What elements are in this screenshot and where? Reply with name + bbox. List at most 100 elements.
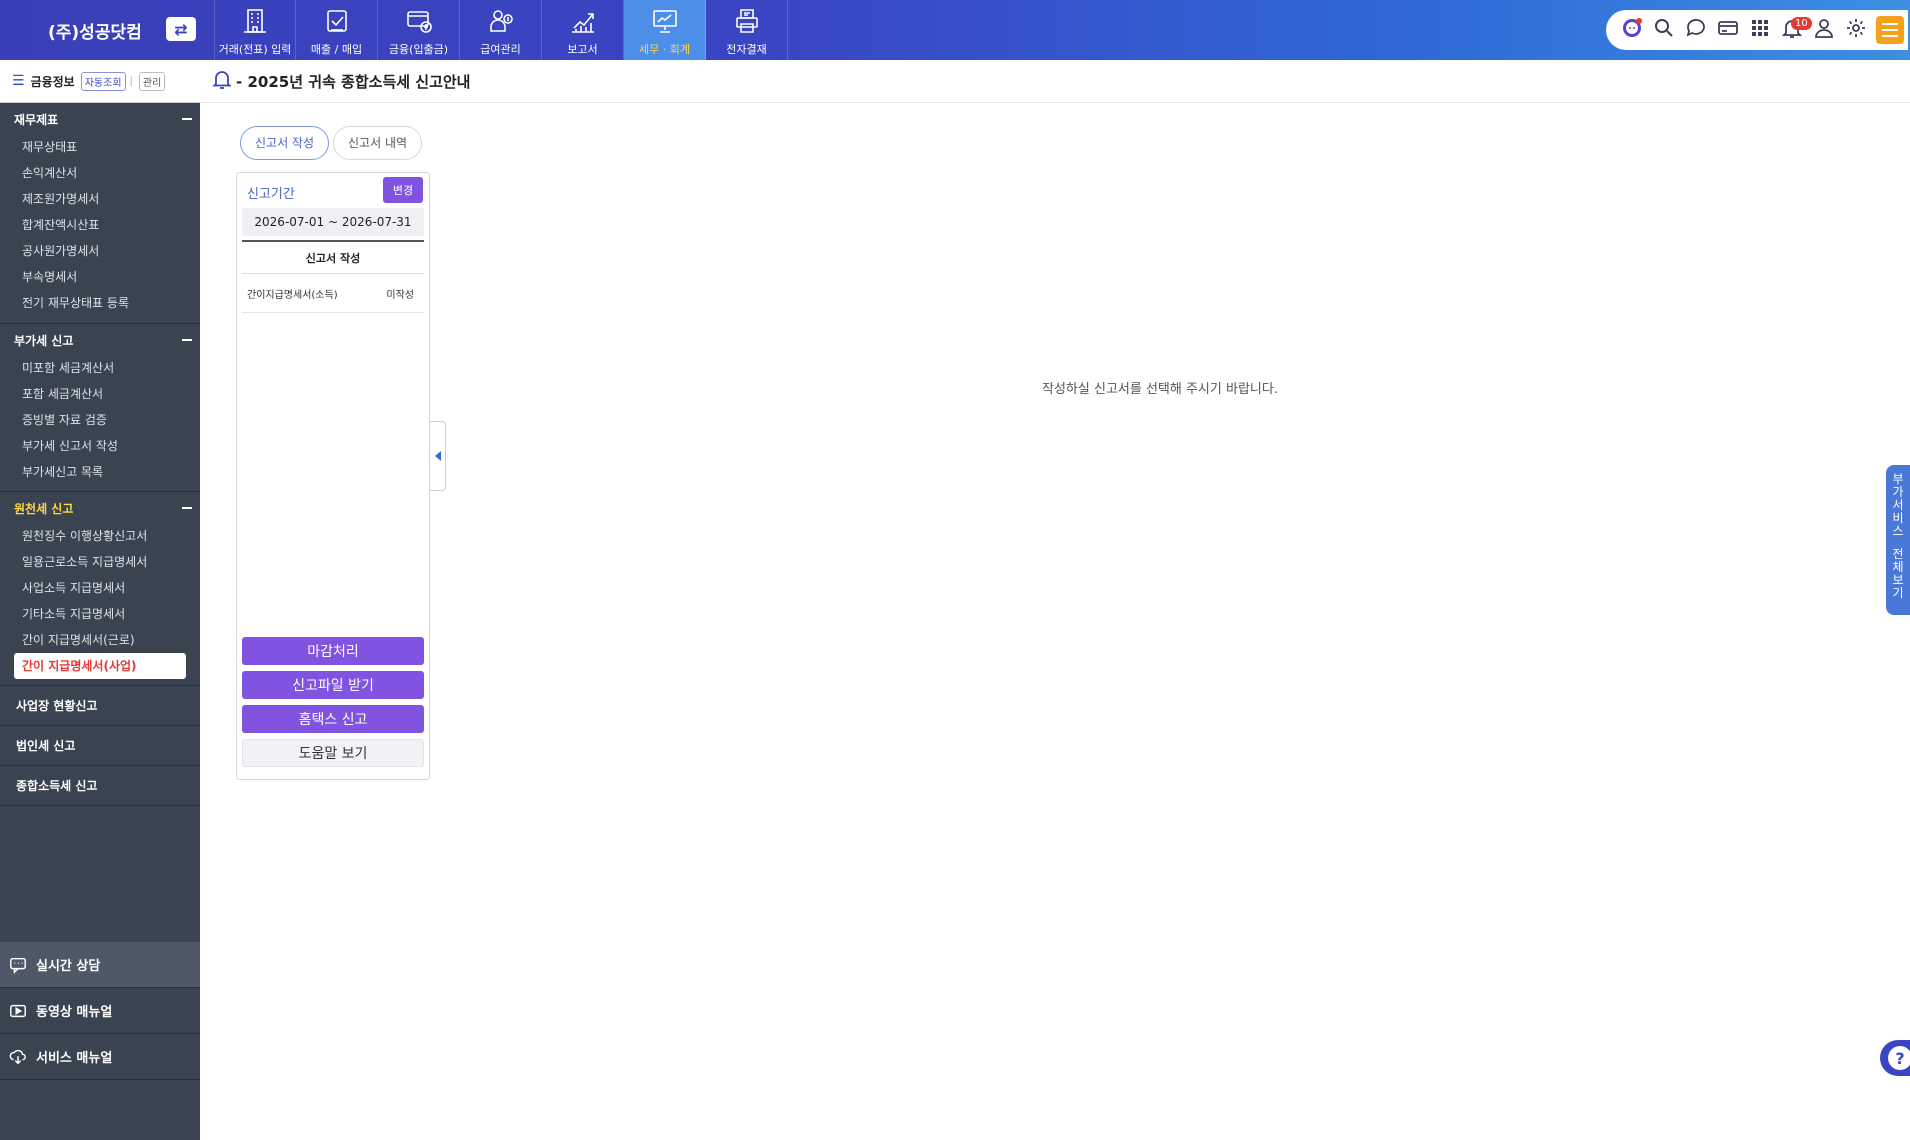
nav-label: 급여관리: [480, 43, 521, 56]
group-title: 원천세 신고: [14, 501, 74, 516]
period-range: 2026-07-01 ~ 2026-07-31: [242, 208, 424, 236]
additional-services-tab[interactable]: 부 가 서 비 스 전 체 보 기: [1886, 465, 1910, 615]
profile-button[interactable]: [1808, 14, 1840, 46]
nav-tax-accounting[interactable]: 세무 · 회계: [624, 0, 706, 60]
sidebar-item[interactable]: 전기 재무상태표 등록: [0, 290, 200, 316]
sidebar-item[interactable]: 부가세 신고서 작성: [0, 433, 200, 459]
help-floating-button[interactable]: ?: [1880, 1040, 1910, 1076]
group-head-vat[interactable]: 부가세 신고: [0, 325, 200, 355]
collapse-minus-icon: [182, 339, 192, 341]
sidebar-item[interactable]: 원천징수 이행상황신고서: [0, 523, 200, 549]
bell-icon: [212, 69, 236, 93]
chevron-left-icon: [434, 451, 441, 461]
group-head-financial-statements[interactable]: 재무제표: [0, 104, 200, 134]
service-manual-link[interactable]: 서비스 매뉴얼: [0, 1034, 200, 1080]
form-name: 간이지급명세서(소득): [247, 290, 338, 301]
tab-report-history[interactable]: 신고서 내역: [333, 126, 423, 160]
sidebar-item[interactable]: 증빙별 자료 검증: [0, 407, 200, 433]
approval-printer-icon: [731, 5, 763, 37]
sidebar-item[interactable]: 미포함 세금계산서: [0, 355, 200, 381]
video-manual-link[interactable]: 동영상 매뉴얼: [0, 988, 200, 1034]
group-head-withholding[interactable]: 원천세 신고: [0, 493, 200, 523]
sidebar-group-business-status[interactable]: 사업장 현황신고: [0, 686, 200, 726]
tab-bar: 신고서 작성 신고서 내역: [240, 126, 423, 160]
main-nav: 거래(전표) 입력 매출 / 매입 금융(입출금) 급여관리 보고서 세무 · …: [214, 0, 788, 60]
cloud-download-icon: [8, 1047, 28, 1067]
sidebar-item[interactable]: 제조원가명세서: [0, 186, 200, 212]
period-label: 신고기간: [247, 187, 295, 202]
financial-info-bar: ☰ 금융정보 자동조회 | 관리: [0, 60, 200, 103]
form-status: 미작성: [386, 290, 414, 301]
report-chart-icon: [567, 5, 599, 37]
company-area: (주)성공닷컴 ⇄: [0, 0, 200, 60]
sidebar-group-financial-statements: 재무제표 재무상태표 손익계산서 제조원가명세서 합계잔액시산표 공사원가명세서…: [0, 104, 200, 316]
hamburger-menu-button[interactable]: [1876, 16, 1904, 44]
sidebar-item-active[interactable]: 간이 지급명세서(사업): [14, 653, 186, 679]
chatbot-button[interactable]: [1616, 14, 1648, 46]
nav-label: 금융(입출금): [388, 43, 449, 56]
sidebar-group-withholding: 원천세 신고 원천징수 이행상황신고서 일용근로소득 지급명세서 사업소득 지급…: [0, 493, 200, 679]
sidebar-item[interactable]: 부가세신고 목록: [0, 459, 200, 485]
hometax-submit-button[interactable]: 홈택스 신고: [242, 705, 424, 733]
sidebar-item[interactable]: 포함 세금계산서: [0, 381, 200, 407]
message-button[interactable]: [1680, 14, 1712, 46]
notification-button[interactable]: 10: [1776, 14, 1812, 46]
top-bar: (주)성공닷컴 ⇄ 거래(전표) 입력 매출 / 매입 금융(입출금) 급여관리…: [0, 0, 1910, 60]
building-icon: [239, 5, 271, 37]
group-title: 부가세 신고: [14, 333, 74, 348]
gear-icon: [1845, 17, 1867, 43]
settings-button[interactable]: [1840, 14, 1872, 46]
nav-payroll[interactable]: 급여관리: [460, 0, 542, 60]
nav-transaction-entry[interactable]: 거래(전표) 입력: [214, 0, 296, 60]
group-title: 재무제표: [14, 112, 59, 127]
video-play-icon: [8, 1001, 28, 1021]
checklist-icon: ☰: [12, 73, 25, 89]
auto-lookup-button[interactable]: 자동조회: [80, 71, 126, 91]
sidebar-item[interactable]: 기타소득 지급명세서: [0, 601, 200, 627]
sidebar-item[interactable]: 일용근로소득 지급명세서: [0, 549, 200, 575]
sidebar-group-corporate-tax[interactable]: 법인세 신고: [0, 726, 200, 766]
tab-write-report[interactable]: 신고서 작성: [240, 126, 330, 160]
top-toolbar: 10: [1606, 10, 1908, 50]
sidebar-item[interactable]: 사업소득 지급명세서: [0, 575, 200, 601]
financial-info-title: 금융정보: [30, 74, 75, 89]
divider: [0, 323, 200, 324]
sidebar-item[interactable]: 손익계산서: [0, 160, 200, 186]
nav-label: 전자결재: [726, 43, 767, 56]
sidebar-item[interactable]: 간이 지급명세서(근로): [0, 627, 200, 653]
question-icon: ?: [1888, 1046, 1910, 1070]
sidebar-item[interactable]: 재무상태표: [0, 134, 200, 160]
search-button[interactable]: [1648, 14, 1680, 46]
nav-e-approval[interactable]: 전자결재: [706, 0, 788, 60]
manage-button[interactable]: 관리: [138, 71, 166, 91]
nav-label: 보고서: [567, 43, 598, 56]
live-chat-link[interactable]: 실시간 상담: [0, 942, 200, 988]
collapse-panel-handle[interactable]: [430, 421, 446, 491]
collapse-minus-icon: [182, 118, 192, 120]
link-label: 서비스 매뉴얼: [36, 1051, 113, 1066]
nav-label: 거래(전표) 입력: [218, 43, 292, 56]
card-button[interactable]: [1712, 14, 1744, 46]
download-file-button[interactable]: 신고파일 받기: [242, 671, 424, 699]
company-name[interactable]: (주)성공닷컴: [48, 18, 142, 43]
sidebar-item[interactable]: 부속명세서: [0, 264, 200, 290]
sidebar-item[interactable]: 공사원가명세서: [0, 238, 200, 264]
form-list-row[interactable]: 간이지급명세서(소득) 미작성: [242, 275, 424, 313]
bank-card-icon: [403, 5, 435, 37]
close-button[interactable]: 마감처리: [242, 637, 424, 665]
hamburger-icon: [1882, 23, 1898, 25]
sidebar-group-income-tax[interactable]: 종합소득세 신고: [0, 766, 200, 806]
apps-button[interactable]: [1744, 14, 1776, 46]
report-panel: 신고기간 변경 2026-07-01 ~ 2026-07-31 신고서 작성 간…: [236, 172, 430, 780]
switch-company-button[interactable]: ⇄: [166, 17, 196, 41]
sidebar-item[interactable]: 합계잔액시산표: [0, 212, 200, 238]
change-period-button[interactable]: 변경: [383, 177, 423, 203]
nav-sales-purchase[interactable]: 매출 / 매입: [296, 0, 378, 60]
collapse-minus-icon: [182, 507, 192, 509]
link-label: 동영상 매뉴얼: [36, 1005, 113, 1020]
nav-finance[interactable]: 금융(입출금): [378, 0, 460, 60]
nav-report[interactable]: 보고서: [542, 0, 624, 60]
speech-bubble-icon: [1685, 17, 1707, 43]
separator: |: [129, 75, 133, 87]
help-view-button[interactable]: 도움말 보기: [242, 739, 424, 767]
